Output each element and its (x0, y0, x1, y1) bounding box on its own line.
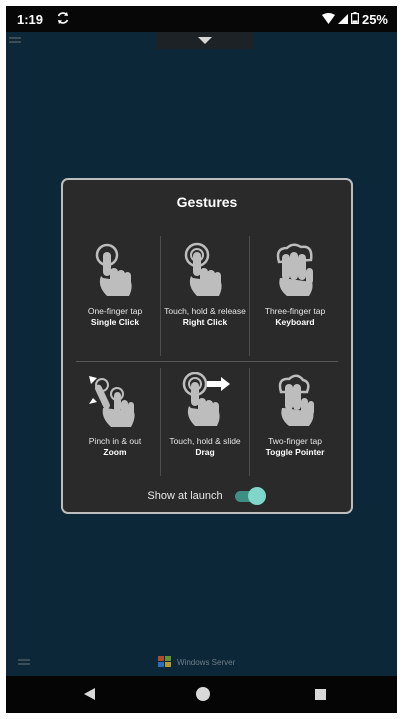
gesture-caption: Touch, hold & slide (169, 436, 241, 446)
gesture-one-finger-tap: One-finger tap Single Click (70, 242, 160, 328)
gesture-pinch: Pinch in & out Zoom (70, 372, 160, 458)
show-at-launch-row: Show at launch (63, 486, 351, 506)
gesture-caption: Pinch in & out (88, 436, 142, 446)
toolbar-pulldown-handle[interactable] (156, 32, 254, 49)
grid-divider (76, 361, 338, 362)
gesture-three-finger-tap: Three-finger tap Keyboard (250, 242, 340, 328)
touch-hold-slide-icon (182, 372, 230, 426)
two-finger-tap-icon (278, 374, 314, 426)
touch-hold-release-icon (184, 242, 222, 296)
pinch-icon (89, 376, 135, 427)
gesture-touch-hold-slide: Touch, hold & slide Drag (160, 372, 250, 458)
dialog-title: Gestures (176, 194, 238, 210)
gesture-action: Right Click (182, 317, 228, 327)
gestures-dialog: Gestures One-finger tap Single Click Tou… (61, 178, 353, 514)
gesture-action: Drag (195, 447, 215, 457)
gesture-caption: Touch, hold & release (164, 306, 246, 316)
sync-icon (56, 11, 70, 28)
show-at-launch-label: Show at launch (147, 490, 223, 502)
chevron-down-icon (198, 37, 212, 44)
recents-square-icon (315, 689, 326, 700)
windows-server-logo: Windows Server (157, 652, 235, 672)
status-indicators: 25% (321, 12, 388, 27)
cell-signal-icon (337, 12, 348, 27)
three-finger-tap-icon (276, 243, 313, 296)
gesture-action: Single Click (90, 317, 140, 327)
gesture-two-finger-tap: Two-finger tap Toggle Pointer (250, 372, 340, 458)
status-time: 1:19 (17, 12, 44, 27)
phone-screen: 1:19 25% Gestures One-finger tap Single … (6, 6, 397, 713)
brand-text: Windows Server (177, 657, 236, 667)
one-finger-tap-icon (95, 243, 132, 296)
toggle-knob (247, 487, 266, 505)
home-circle-icon (196, 687, 210, 701)
navigation-bar (6, 676, 397, 713)
keyboard-icon[interactable] (18, 655, 30, 673)
home-button[interactable] (195, 686, 211, 707)
back-triangle-icon (84, 688, 95, 700)
gesture-caption: Two-finger tap (268, 436, 322, 446)
gesture-caption: Three-finger tap (264, 306, 326, 316)
gesture-action: Keyboard (275, 317, 315, 327)
menu-icon[interactable] (9, 33, 21, 51)
gesture-touch-hold-release: Touch, hold & release Right Click (160, 242, 250, 328)
status-bar: 1:19 25% (6, 6, 397, 32)
gesture-caption: One-finger tap (87, 306, 143, 316)
windows-flag-icon (158, 656, 171, 667)
battery-percent: 25% (361, 12, 388, 27)
show-at-launch-toggle[interactable] (234, 487, 267, 505)
gesture-action: Toggle Pointer (265, 447, 325, 457)
back-button[interactable] (82, 687, 96, 706)
battery-icon (350, 12, 359, 27)
recents-button[interactable] (314, 688, 327, 706)
gesture-action: Zoom (103, 447, 127, 457)
wifi-icon (321, 12, 335, 27)
